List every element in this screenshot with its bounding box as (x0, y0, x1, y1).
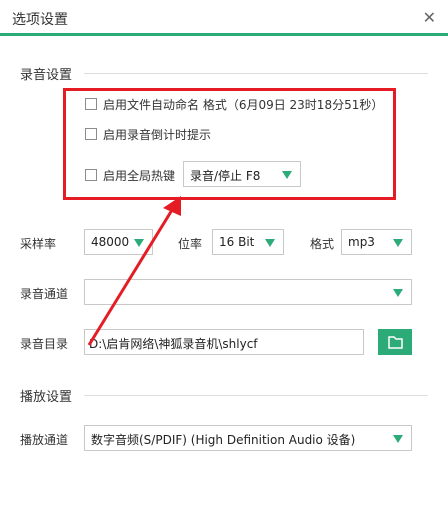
annotation-arrow (87, 196, 181, 346)
